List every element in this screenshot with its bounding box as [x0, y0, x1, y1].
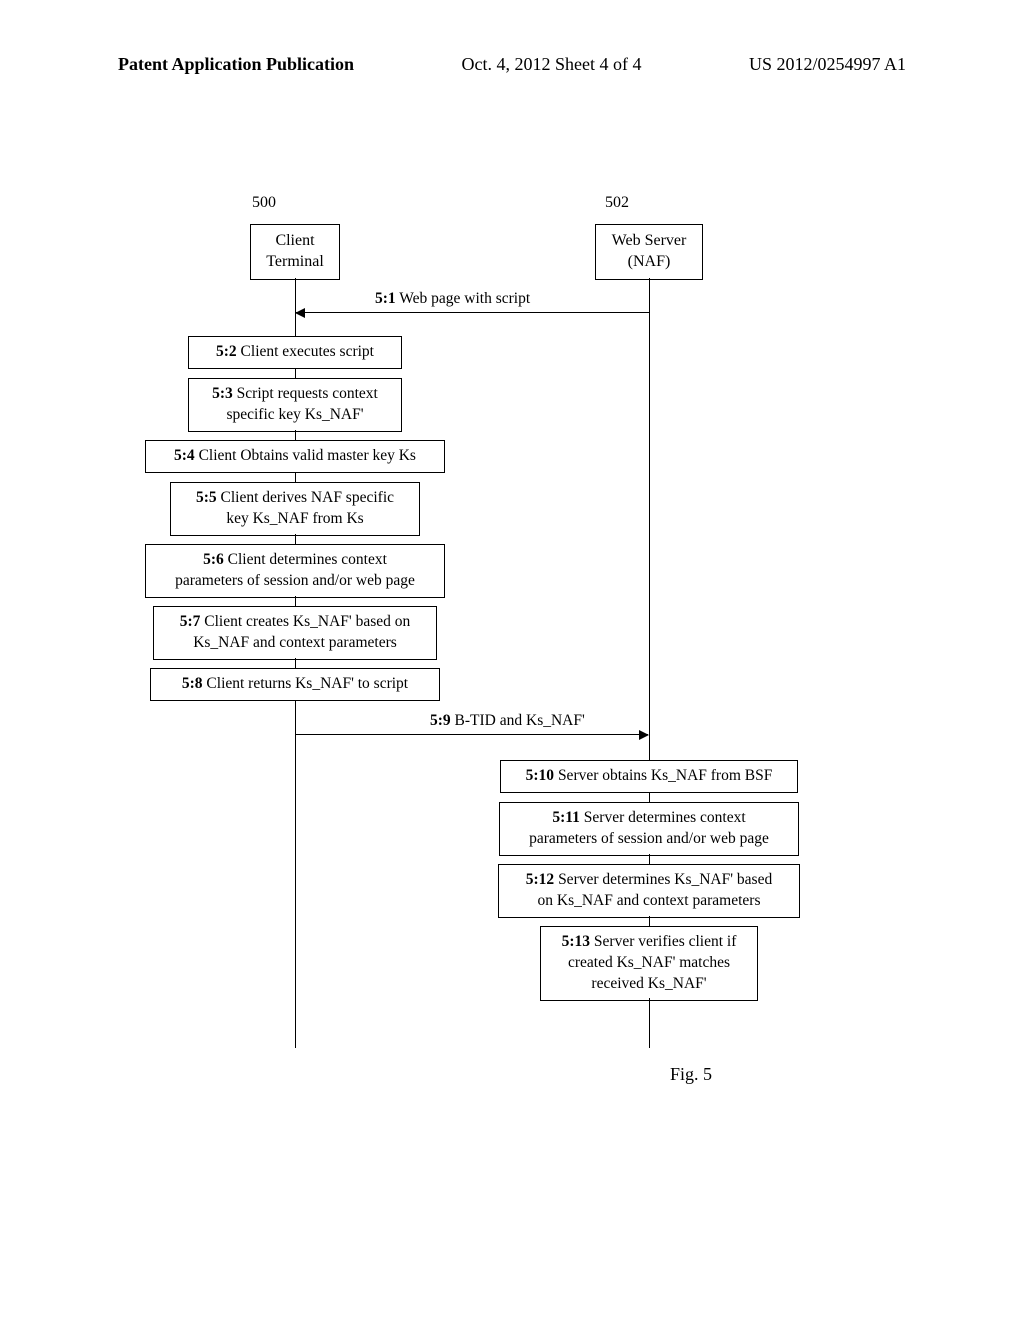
step-5-4-box: 5:4 Client Obtains valid master key Ks	[145, 440, 445, 473]
server-line1: Web Server	[612, 232, 687, 249]
server-ref-label: 502	[605, 194, 629, 212]
step-5-10-num: 5:10	[526, 767, 554, 784]
step-5-4-text: Client Obtains valid master key Ks	[195, 447, 416, 464]
step-5-10-text: Server obtains Ks_NAF from BSF	[554, 767, 772, 784]
step-5-5-box: 5:5 Client derives NAF specific key Ks_N…	[170, 482, 420, 536]
conn-5-6-5-7	[295, 596, 296, 606]
step-5-7-box: 5:7 Client creates Ks_NAF' based on Ks_N…	[153, 606, 437, 660]
step-5-12-text-a: Server determines Ks_NAF' based	[554, 871, 772, 888]
conn-5-13-end	[649, 998, 650, 1012]
step-5-3-text-b: specific key Ks_NAF'	[226, 406, 363, 423]
step-5-8-text: Client returns Ks_NAF' to script	[203, 675, 409, 692]
step-5-7-text-a: Client creates Ks_NAF' based on	[200, 613, 410, 630]
step-5-13-text-a: Server verifies client if	[590, 933, 736, 950]
conn-5-7-5-8	[295, 658, 296, 668]
header-right: US 2012/0254997 A1	[749, 54, 906, 75]
server-participant-box: Web Server (NAF)	[595, 224, 703, 280]
msg-5-1-label: 5:1 Web page with script	[375, 290, 530, 308]
msg-5-1-num: 5:1	[375, 290, 396, 307]
step-5-5-text-b: key Ks_NAF from Ks	[226, 510, 363, 527]
step-5-4-num: 5:4	[174, 447, 195, 464]
step-5-11-box: 5:11 Server determines context parameter…	[499, 802, 799, 856]
page-header: Patent Application Publication Oct. 4, 2…	[0, 54, 1024, 75]
step-5-2-text: Client executes script	[237, 343, 374, 360]
step-5-13-num: 5:13	[562, 933, 590, 950]
step-5-6-text-b: parameters of session and/or web page	[175, 572, 415, 589]
step-5-2-box: 5:2 Client executes script	[188, 336, 402, 369]
step-5-3-box: 5:3 Script requests context specific key…	[188, 378, 402, 432]
step-5-11-num: 5:11	[552, 809, 580, 826]
step-5-7-num: 5:7	[180, 613, 201, 630]
msg-5-9-text: B-TID and Ks_NAF'	[451, 712, 585, 729]
step-5-5-text-a: Client derives NAF specific	[217, 489, 394, 506]
step-5-10-box: 5:10 Server obtains Ks_NAF from BSF	[500, 760, 798, 793]
msg-5-9-num: 5:9	[430, 712, 451, 729]
step-5-5-num: 5:5	[196, 489, 217, 506]
step-5-8-num: 5:8	[182, 675, 203, 692]
sequence-diagram: 500 ⏝ Client Terminal 502 ⏝ Web Server (…	[0, 180, 1024, 1060]
msg-5-9-label: 5:9 B-TID and Ks_NAF'	[430, 712, 585, 730]
step-5-6-text-a: Client determines context	[224, 551, 387, 568]
client-line2: Terminal	[266, 253, 324, 270]
step-5-8-box: 5:8 Client returns Ks_NAF' to script	[150, 668, 440, 701]
client-ref-label: 500	[252, 194, 276, 212]
header-center: Oct. 4, 2012 Sheet 4 of 4	[462, 54, 642, 75]
step-5-6-box: 5:6 Client determines context parameters…	[145, 544, 445, 598]
step-5-12-num: 5:12	[526, 871, 554, 888]
step-5-12-text-b: on Ks_NAF and context parameters	[538, 892, 761, 909]
conn-5-3-5-4	[295, 430, 296, 440]
header-left: Patent Application Publication	[118, 54, 354, 75]
step-5-12-box: 5:12 Server determines Ks_NAF' based on …	[498, 864, 800, 918]
client-participant-box: Client Terminal	[250, 224, 340, 280]
server-line2: (NAF)	[628, 253, 671, 270]
msg-5-1-text: Web page with script	[396, 290, 531, 307]
step-5-11-text-b: parameters of session and/or web page	[529, 830, 769, 847]
step-5-11-text-a: Server determines context	[580, 809, 746, 826]
step-5-13-text-c: received Ks_NAF'	[591, 975, 706, 992]
conn-5-10-5-11	[649, 792, 650, 802]
conn-5-11-5-12	[649, 854, 650, 864]
step-5-13-box: 5:13 Server verifies client if created K…	[540, 926, 758, 1001]
step-5-6-num: 5:6	[203, 551, 224, 568]
conn-5-4-5-5	[295, 472, 296, 482]
step-5-13-text-b: created Ks_NAF' matches	[568, 954, 730, 971]
arrow-5-1	[296, 312, 649, 313]
step-5-7-text-b: Ks_NAF and context parameters	[193, 634, 397, 651]
step-5-3-num: 5:3	[212, 385, 233, 402]
conn-5-12-5-13	[649, 916, 650, 926]
arrow-5-9	[296, 734, 648, 735]
client-line1: Client	[275, 232, 314, 249]
step-5-3-text-a: Script requests context	[233, 385, 378, 402]
figure-caption: Fig. 5	[670, 1064, 712, 1085]
conn-5-5-5-6	[295, 534, 296, 544]
step-5-2-num: 5:2	[216, 343, 237, 360]
conn-5-2-5-3	[295, 368, 296, 378]
